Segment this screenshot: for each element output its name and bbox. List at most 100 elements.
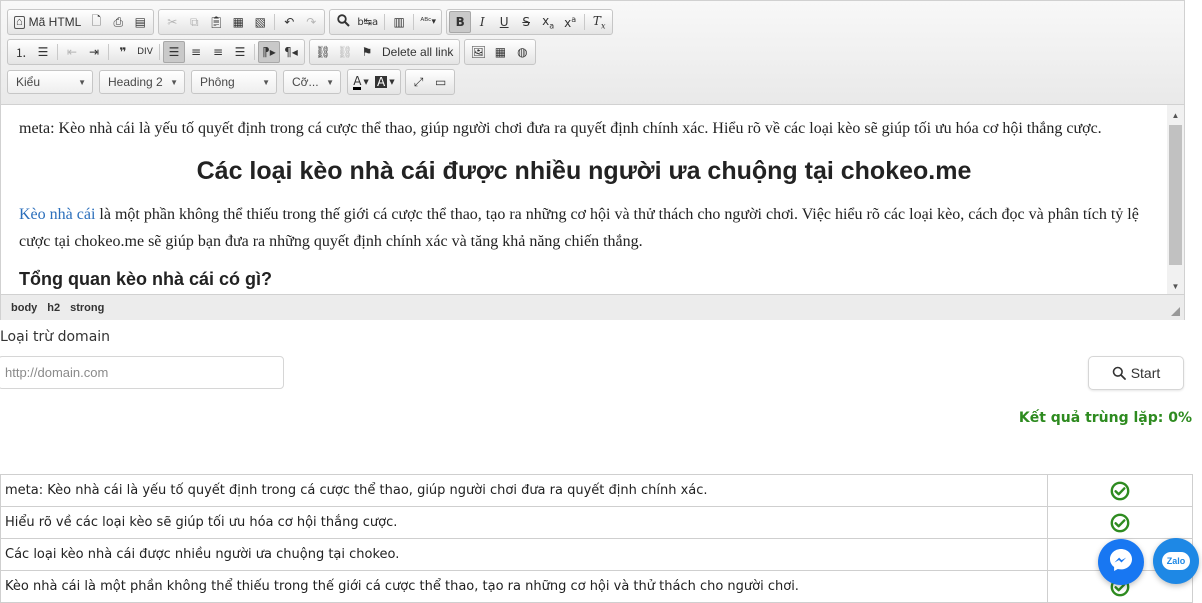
paste-button[interactable]: 📋︎ [205, 11, 227, 33]
undo-icon: ↶ [284, 15, 295, 29]
start-button[interactable]: Start [1088, 356, 1184, 390]
divider [254, 44, 255, 60]
path-item-body[interactable]: body [11, 302, 37, 314]
font-combo-label: Phông [200, 75, 235, 89]
sentence-cell: Các loại kèo nhà cái được nhiều người ưa… [0, 538, 1048, 571]
bulleted-list-icon: ☰ [37, 45, 49, 59]
table-button[interactable]: ▦ [489, 41, 511, 63]
chevron-down-icon: ▼ [262, 77, 270, 87]
content-heading-2: Tổng quan kèo nhà cái có gì? [19, 269, 273, 289]
messenger-icon [1107, 546, 1135, 579]
content-heading-1: Các loại kèo nhà cái được nhiều người ưa… [196, 157, 972, 185]
blockquote-button[interactable]: ❞ [112, 41, 134, 63]
unlink-button[interactable]: ⛓ [334, 41, 356, 63]
align-right-button[interactable]: ≡ [207, 41, 229, 63]
zalo-icon: Zalo [1161, 552, 1191, 570]
style-combo[interactable]: Kiểu ▼ [7, 70, 93, 94]
italic-button[interactable]: I [471, 11, 493, 33]
div-button[interactable]: DIV [134, 41, 156, 63]
redo-button[interactable]: ↷ [300, 11, 322, 33]
toolbar-row-2: ⒈ ☰ ⇤ ⇥ ❞ DIV ☰ ≡ ≡ ☰ ⁋▸ ¶◂ ⛓ ⛓ ⚑ Delete… [7, 39, 540, 65]
intro-paragraph: Kèo nhà cái là một phần không thể thiếu … [19, 201, 1149, 255]
iframe-button[interactable]: ◍ [511, 41, 533, 63]
div-icon: DIV [137, 47, 153, 57]
maximize-button[interactable]: ⤢ [408, 71, 430, 93]
resize-grip-icon[interactable] [1171, 307, 1180, 316]
scroll-thumb[interactable] [1169, 125, 1182, 265]
templates-button[interactable]: ▤ [129, 11, 151, 33]
editor-scrollbar[interactable]: ▲ ▼ [1167, 105, 1184, 294]
bg-color-button[interactable]: A ▼ [372, 71, 398, 93]
bulleted-list-button[interactable]: ☰ [32, 41, 54, 63]
scroll-up-icon[interactable]: ▲ [1167, 107, 1184, 123]
editor-content[interactable]: meta: Kèo nhà cái là yếu tố quyết định t… [1, 105, 1167, 294]
print-icon: ⎙ [113, 14, 124, 29]
align-center-button[interactable]: ≡ [185, 41, 207, 63]
content-link[interactable]: Kèo nhà cái [19, 206, 95, 223]
replace-button[interactable]: b↹a [354, 11, 381, 33]
align-right-icon: ≡ [212, 45, 224, 59]
divider [384, 14, 386, 30]
bold-button[interactable]: B [449, 11, 472, 33]
rtl-button[interactable]: ¶◂ [280, 41, 302, 63]
remove-format-icon: Tx [592, 13, 606, 31]
copy-button[interactable]: ⧉ [183, 11, 205, 33]
align-left-button[interactable]: ☰ [163, 41, 185, 63]
size-combo[interactable]: Cỡ... ▼ [283, 70, 341, 94]
paste-text-button[interactable]: ▦ [227, 11, 249, 33]
underline-button[interactable]: U [493, 11, 515, 33]
print-button[interactable]: ⎙ [107, 11, 129, 33]
start-button-label: Start [1130, 365, 1161, 381]
link-button[interactable]: ⛓ [312, 41, 334, 63]
sentence-cell: Kèo nhà cái là một phần không thể thiếu … [0, 570, 1048, 603]
justify-button[interactable]: ☰ [229, 41, 251, 63]
find-button[interactable] [332, 11, 354, 33]
copy-icon: ⧉ [190, 14, 199, 29]
messenger-button[interactable] [1098, 539, 1144, 585]
insert-group: 🖼︎ ▦ ◍ [464, 39, 537, 65]
image-button[interactable]: 🖼︎ [467, 41, 489, 63]
strikethrough-icon: S [522, 15, 530, 29]
subscript-icon: xa [542, 13, 555, 31]
paste-text-icon: ▦ [232, 15, 244, 29]
zalo-button[interactable]: Zalo [1153, 538, 1199, 584]
chevron-down-icon: ▼ [78, 77, 86, 87]
strike-button[interactable]: S [515, 11, 537, 33]
find-group: b↹a ▥ ᴬᴮᶜ▾ [329, 9, 443, 35]
undo-button[interactable]: ↶ [278, 11, 300, 33]
numbered-list-button[interactable]: ⒈ [10, 41, 32, 63]
paste-word-button[interactable]: ▧ [249, 11, 271, 33]
scroll-down-icon[interactable]: ▼ [1167, 278, 1184, 294]
delete-all-link-button[interactable]: Delete all link [378, 41, 457, 63]
table-row: Các loại kèo nhà cái được nhiều người ưa… [0, 538, 1193, 571]
superscript-button[interactable]: xa [559, 11, 581, 33]
cut-button[interactable]: ✂ [161, 11, 183, 33]
format-combo[interactable]: Heading 2 ▼ [99, 70, 185, 94]
path-item-strong[interactable]: strong [70, 302, 104, 314]
indent-button[interactable]: ⇥ [83, 41, 105, 63]
font-combo[interactable]: Phông ▼ [191, 70, 277, 94]
path-item-h2[interactable]: h2 [47, 302, 60, 314]
outdent-button[interactable]: ⇤ [61, 41, 83, 63]
select-all-button[interactable]: ▥ [388, 11, 410, 33]
text-color-button[interactable]: A ▼ [350, 71, 372, 93]
remove-format-button[interactable]: Tx [588, 11, 610, 33]
size-combo-label: Cỡ... [292, 75, 319, 89]
table-row: meta: Kèo nhà cái là yếu tố quyết định t… [0, 474, 1193, 507]
spellcheck-button[interactable]: ᴬᴮᶜ▾ [417, 11, 439, 33]
link-icon: ⛓ [315, 45, 331, 59]
preview-icon: 🗋 [91, 13, 102, 28]
paste-word-icon: ▧ [254, 15, 266, 29]
show-blocks-button[interactable]: ▭ [430, 71, 452, 93]
source-button[interactable]: ⌂ Mã HTML [10, 11, 85, 33]
format-combo-label: Heading 2 [108, 75, 163, 89]
preview-button[interactable]: 🗋 [85, 11, 107, 33]
text-color-icon: A [353, 73, 362, 90]
ltr-button[interactable]: ⁋▸ [258, 41, 280, 63]
subscript-button[interactable]: xa [537, 11, 559, 33]
sentence-cell: Hiểu rõ về các loại kèo sẽ giúp tối ưu h… [0, 506, 1048, 539]
anchor-button[interactable]: ⚑ [356, 41, 378, 63]
check-circle-icon [1110, 481, 1130, 501]
table-row: Hiểu rõ về các loại kèo sẽ giúp tối ưu h… [0, 506, 1193, 539]
domain-input[interactable] [0, 356, 284, 389]
